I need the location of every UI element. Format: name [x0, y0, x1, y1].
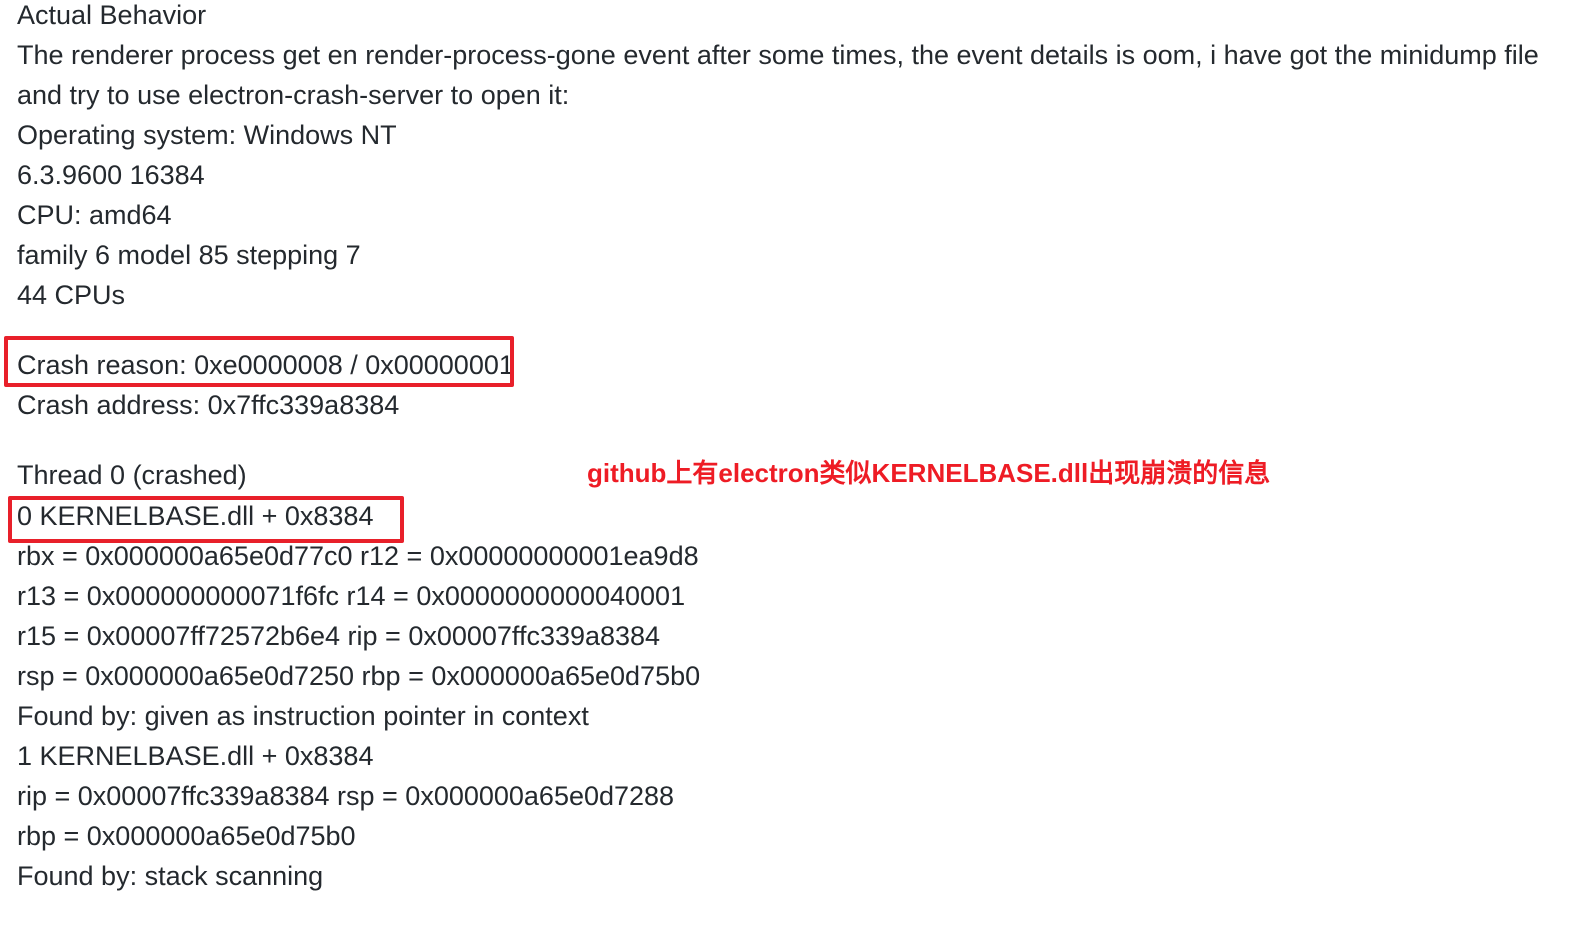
register-line: rbp = 0x000000a65e0d75b0 — [17, 821, 356, 851]
crash-address: Crash address: 0x7ffc339a8384 — [17, 390, 400, 420]
description-line: The renderer process get en render-proce… — [17, 40, 1539, 70]
annotation-note: github上有electron类似KERNELBASE.dll出现崩溃的信息 — [587, 458, 1271, 488]
description-line: and try to use electron-crash-server to … — [17, 80, 570, 110]
register-line: r15 = 0x00007ff72572b6e4 rip = 0x00007ff… — [17, 621, 661, 651]
os-version: 6.3.9600 16384 — [17, 160, 205, 190]
found-by-line: Found by: given as instruction pointer i… — [17, 701, 589, 731]
crash-reason-highlight-box — [4, 336, 514, 387]
cpu-count: 44 CPUs — [17, 280, 126, 310]
stack-frame-title: 1 KERNELBASE.dll + 0x8384 — [17, 741, 374, 771]
cpu-line: CPU: amd64 — [17, 200, 172, 230]
found-by-line: Found by: stack scanning — [17, 861, 324, 891]
stack-frame-highlight-box — [8, 496, 404, 543]
register-line: rip = 0x00007ffc339a8384 rsp = 0x000000a… — [17, 781, 675, 811]
cpu-family: family 6 model 85 stepping 7 — [17, 240, 361, 270]
os-line: Operating system: Windows NT — [17, 120, 397, 150]
thread-header: Thread 0 (crashed) — [17, 460, 247, 490]
register-line: rbx = 0x000000a65e0d77c0 r12 = 0x0000000… — [17, 541, 699, 571]
register-line: rsp = 0x000000a65e0d7250 rbp = 0x000000a… — [17, 661, 701, 691]
register-line: r13 = 0x000000000071f6fc r14 = 0x0000000… — [17, 581, 686, 611]
section-heading: Actual Behavior — [17, 0, 207, 30]
